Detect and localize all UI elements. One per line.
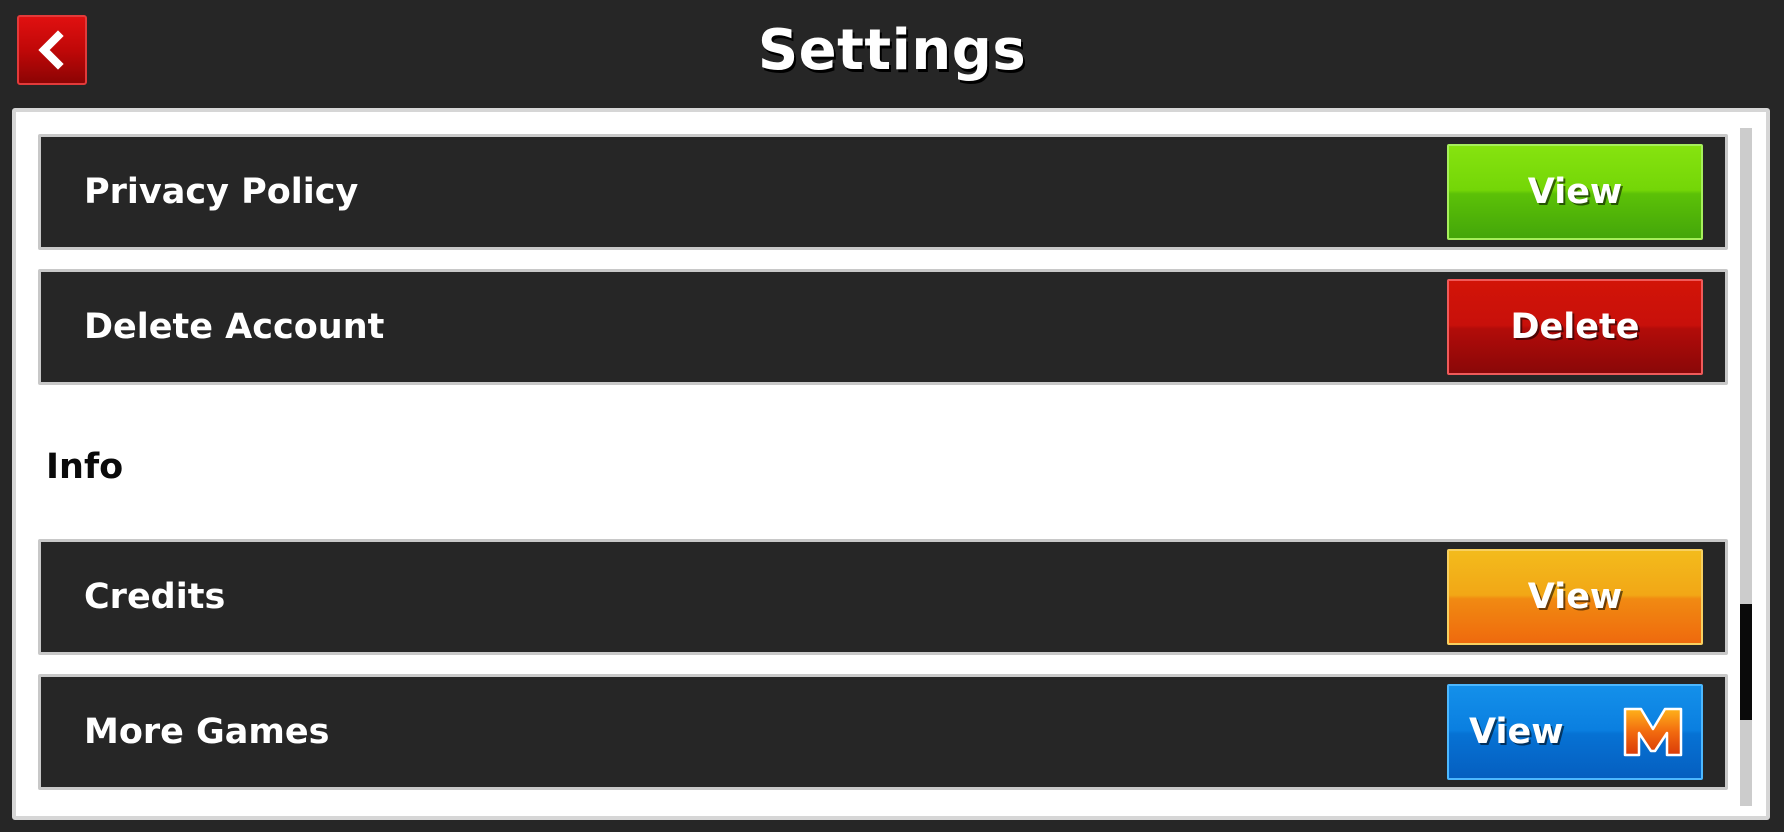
- delete-account-button[interactable]: Delete: [1447, 279, 1703, 375]
- row-privacy-policy: Privacy Policy View: [38, 134, 1728, 250]
- more-games-label: More Games: [84, 712, 330, 752]
- more-games-view-button[interactable]: View: [1447, 684, 1703, 780]
- m-logo-icon: [1623, 707, 1683, 757]
- scrollbar-thumb[interactable]: [1740, 604, 1752, 720]
- scrollbar[interactable]: [1740, 128, 1752, 806]
- row-delete-account: Delete Account Delete: [38, 269, 1728, 385]
- credits-label: Credits: [84, 577, 226, 617]
- section-header-info: Info: [46, 447, 124, 487]
- settings-panel: Privacy Policy View Delete Account Delet…: [12, 108, 1770, 820]
- row-credits: Credits View: [38, 539, 1728, 655]
- credits-view-button[interactable]: View: [1447, 549, 1703, 645]
- privacy-policy-label: Privacy Policy: [84, 172, 359, 212]
- more-games-view-label: View: [1469, 712, 1564, 752]
- row-more-games: More Games View: [38, 674, 1728, 790]
- page-title: Settings: [757, 18, 1027, 83]
- privacy-policy-view-button[interactable]: View: [1447, 144, 1703, 240]
- delete-account-label: Delete Account: [84, 307, 385, 347]
